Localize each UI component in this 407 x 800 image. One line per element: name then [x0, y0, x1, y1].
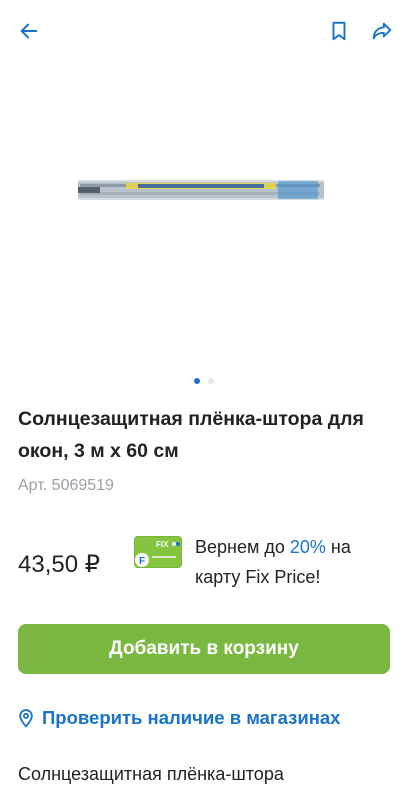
add-to-cart-button[interactable]: Добавить в корзину: [18, 624, 390, 674]
svg-text:F: F: [139, 556, 145, 567]
back-button[interactable]: [12, 14, 46, 48]
fix-price-card-logo: FIX F: [134, 536, 182, 568]
product-photo: [78, 180, 324, 200]
arrow-left-icon: [20, 23, 38, 39]
pager-dot[interactable]: [207, 378, 214, 384]
product-price: 43,50 ₽: [18, 551, 100, 578]
svg-text:FIX: FIX: [156, 540, 169, 549]
cashback-promo: Вернем до 20% на карту Fix Price!: [195, 532, 395, 592]
product-title: Солнцезащитная плёнка-штора для окон, 3 …: [18, 408, 364, 462]
bookmark-button[interactable]: [322, 14, 356, 48]
location-pin-icon: [19, 709, 33, 728]
top-app-bar: [0, 0, 407, 62]
share-button[interactable]: [365, 14, 399, 48]
bookmark-icon: [332, 21, 346, 41]
cashback-text-before: Вернем до: [195, 537, 290, 557]
share-icon: [372, 22, 392, 40]
check-availability-link[interactable]: Проверить наличие в магазинах: [16, 703, 401, 733]
gallery-pager: [0, 378, 407, 388]
check-availability-label: Проверить наличие в магазинах: [42, 707, 341, 728]
product-image-gallery[interactable]: [0, 62, 407, 392]
pager-dot-active[interactable]: [193, 378, 200, 384]
product-description: Солнцезащитная плёнка-штора: [18, 764, 284, 784]
cashback-percent: 20%: [289, 537, 326, 557]
product-sku: Арт. 5069519: [18, 477, 114, 494]
